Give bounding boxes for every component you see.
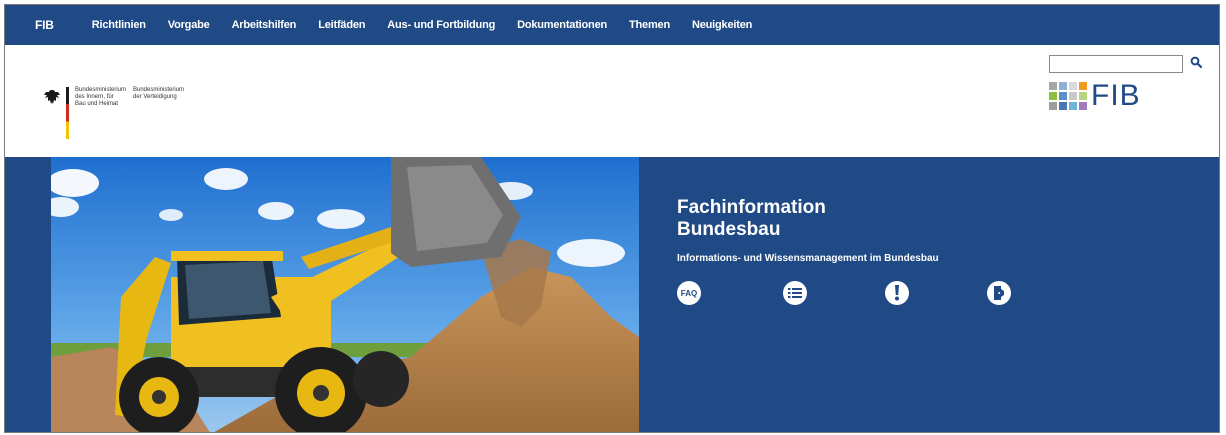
search-input[interactable] xyxy=(1049,55,1183,73)
nav-item-themen[interactable]: Themen xyxy=(629,19,670,31)
logo-square xyxy=(1069,92,1077,100)
nav-item-neuigkeiten[interactable]: Neuigkeiten xyxy=(692,19,752,31)
logo-square xyxy=(1049,92,1057,100)
logo-square xyxy=(1059,102,1067,110)
flag-bar xyxy=(66,87,69,139)
nav-item-richtlinien[interactable]: Richtlinien xyxy=(92,19,146,31)
logo-square xyxy=(1069,82,1077,90)
ministry-name-interior: Bundesministerium des Innern, für Bau un… xyxy=(75,87,127,107)
ministry-name-defence: Bundesministerium der Verteidigung xyxy=(133,87,185,100)
search-icon xyxy=(1190,56,1203,68)
list-icon xyxy=(788,288,802,298)
faq-icon: FAQ xyxy=(680,288,698,298)
list-link[interactable] xyxy=(783,281,807,305)
excavator-photo xyxy=(51,157,639,432)
fib-logo-text: FIB xyxy=(1091,79,1141,112)
hero-title: Fachinformation Bundesbau xyxy=(677,197,826,240)
logo-square xyxy=(1069,102,1077,110)
site-header: Bundesministerium des Innern, für Bau un… xyxy=(5,45,1219,157)
federal-eagle-icon xyxy=(44,90,60,104)
logo-square xyxy=(1059,92,1067,100)
search-button[interactable] xyxy=(1188,54,1204,72)
fib-logo-squares xyxy=(1049,82,1087,110)
quick-links: FAQ xyxy=(677,281,1017,311)
logo-square xyxy=(1049,102,1057,110)
login-link[interactable] xyxy=(987,281,1011,305)
door-icon xyxy=(994,286,1004,300)
faq-link[interactable]: FAQ xyxy=(677,281,701,305)
nav-home-link[interactable]: FIB xyxy=(35,18,54,32)
browser-frame: FIB Richtlinien Vorgabe Arbeitshilfen Le… xyxy=(4,4,1220,433)
exclamation-icon xyxy=(895,285,899,301)
nav-item-arbeitshilfen[interactable]: Arbeitshilfen xyxy=(232,19,297,31)
fib-logo[interactable]: FIB xyxy=(1049,81,1141,111)
nav-item-leitfaeden[interactable]: Leitfäden xyxy=(318,19,365,31)
hero-banner: Fachinformation Bundesbau Informations- … xyxy=(5,157,1219,432)
notice-link[interactable] xyxy=(885,281,909,305)
logo-square xyxy=(1049,82,1057,90)
nav-item-vorgabe[interactable]: Vorgabe xyxy=(168,19,210,31)
logo-square xyxy=(1059,82,1067,90)
hero-subtitle: Informations- und Wissensmanagement im B… xyxy=(677,253,939,264)
ministry-logo[interactable]: Bundesministerium des Innern, für Bau un… xyxy=(43,87,191,139)
logo-square xyxy=(1079,82,1087,90)
logo-square xyxy=(1079,102,1087,110)
nav-item-aus-und-fortbildung[interactable]: Aus- und Fortbildung xyxy=(387,19,495,31)
top-navigation: FIB Richtlinien Vorgabe Arbeitshilfen Le… xyxy=(5,5,1219,45)
nav-item-dokumentationen[interactable]: Dokumentationen xyxy=(517,19,607,31)
logo-square xyxy=(1079,92,1087,100)
